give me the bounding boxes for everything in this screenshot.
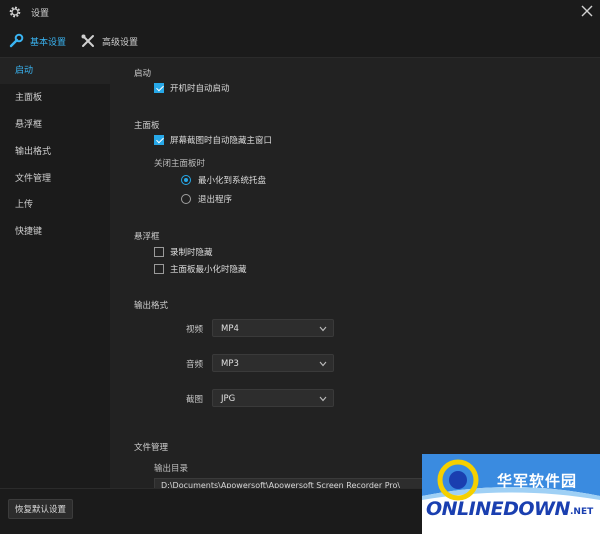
sidebar-item-file-management[interactable]: 文件管理 bbox=[0, 166, 110, 192]
radio-button[interactable] bbox=[181, 175, 191, 185]
close-panel-title: 关闭主面板时 bbox=[154, 159, 206, 169]
wrench-icon bbox=[9, 33, 24, 48]
sidebar-item-float-box[interactable]: 悬浮框 bbox=[0, 112, 110, 138]
screenshot-format-select[interactable]: JPG bbox=[212, 389, 334, 407]
watermark-word: ONLINEDOWN bbox=[426, 498, 570, 520]
radio-exit-program[interactable]: 退出程序 bbox=[181, 193, 232, 205]
screenshot-format-label: 截图 bbox=[186, 395, 204, 405]
sidebar-item-main-panel[interactable]: 主面板 bbox=[0, 85, 110, 111]
sidebar-item-output-format[interactable]: 输出格式 bbox=[0, 139, 110, 165]
video-format-select[interactable]: MP4 bbox=[212, 319, 334, 337]
checkbox-box[interactable] bbox=[154, 247, 164, 257]
hide-on-capture-checkbox[interactable]: 屏幕截图时自动隐藏主窗口 bbox=[154, 134, 272, 146]
checkbox-label: 主面板最小化时隐藏 bbox=[170, 265, 247, 275]
radio-label: 最小化到系统托盘 bbox=[198, 176, 267, 186]
sidebar-item-startup[interactable]: 启动 bbox=[0, 58, 110, 84]
checkbox-box[interactable] bbox=[154, 264, 164, 274]
checkbox-box[interactable] bbox=[154, 135, 164, 145]
select-value: MP3 bbox=[221, 359, 239, 369]
section-title-startup: 启动 bbox=[134, 69, 152, 79]
sidebar-item-hotkeys[interactable]: 快捷键 bbox=[0, 219, 110, 245]
auto-start-checkbox[interactable]: 开机时自动启动 bbox=[154, 82, 230, 94]
tab-basic-settings[interactable]: 基本设置 bbox=[8, 24, 66, 58]
gear-icon bbox=[9, 6, 21, 18]
watermark-logo-icon bbox=[422, 454, 600, 534]
tab-label: 基本设置 bbox=[30, 37, 67, 48]
section-title-output-format: 输出格式 bbox=[134, 301, 169, 311]
reset-defaults-button[interactable]: 恢复默认设置 bbox=[8, 499, 73, 519]
section-title-file-management: 文件管理 bbox=[134, 443, 169, 453]
select-value: JPG bbox=[221, 394, 236, 404]
sidebar: 启动 主面板 悬浮框 输出格式 文件管理 上传 快捷键 bbox=[0, 58, 110, 488]
select-value: MP4 bbox=[221, 324, 239, 334]
checkbox-label: 屏幕截图时自动隐藏主窗口 bbox=[170, 136, 273, 146]
output-dir-input[interactable]: D:\Documents\Apowersoft\Apowersoft Scree… bbox=[154, 478, 424, 488]
chevron-down-icon bbox=[319, 361, 327, 367]
section-title-float-box: 悬浮框 bbox=[134, 232, 160, 242]
radio-minimize-to-tray[interactable]: 最小化到系统托盘 bbox=[181, 174, 266, 186]
video-format-label: 视频 bbox=[186, 325, 204, 335]
audio-format-select[interactable]: MP3 bbox=[212, 354, 334, 372]
checkbox-label: 开机时自动启动 bbox=[170, 84, 230, 94]
watermark-suffix: .NET bbox=[570, 507, 594, 517]
checkbox-box[interactable] bbox=[154, 83, 164, 93]
watermark-brand: 华军软件园 bbox=[497, 472, 578, 490]
tab-advanced-settings[interactable]: 高级设置 bbox=[80, 24, 138, 58]
chevron-down-icon bbox=[319, 326, 327, 332]
tools-icon bbox=[81, 34, 94, 47]
settings-content: 启动 开机时自动启动 主面板 屏幕截图时自动隐藏主窗口 关闭主面板时 最小化到系… bbox=[110, 58, 600, 488]
radio-label: 退出程序 bbox=[198, 195, 233, 205]
close-icon[interactable] bbox=[580, 4, 594, 18]
tab-label: 高级设置 bbox=[102, 37, 139, 48]
output-dir-label: 输出目录 bbox=[154, 464, 189, 474]
title-bar: 设置 bbox=[0, 0, 600, 24]
chevron-down-icon bbox=[319, 396, 327, 402]
audio-format-label: 音频 bbox=[186, 360, 204, 370]
hide-recording-checkbox[interactable]: 录制时隐藏 bbox=[154, 246, 213, 258]
radio-button[interactable] bbox=[181, 194, 191, 204]
section-title-main-panel: 主面板 bbox=[134, 121, 160, 131]
checkbox-label: 录制时隐藏 bbox=[170, 248, 213, 258]
settings-tabs: 基本设置 高级设置 bbox=[0, 24, 600, 58]
hide-minimized-checkbox[interactable]: 主面板最小化时隐藏 bbox=[154, 263, 247, 275]
onlinedown-watermark: 华军软件园 ONLINEDOWN .NET bbox=[422, 454, 600, 534]
window-title: 设置 bbox=[31, 9, 50, 19]
sidebar-item-upload[interactable]: 上传 bbox=[0, 192, 110, 218]
